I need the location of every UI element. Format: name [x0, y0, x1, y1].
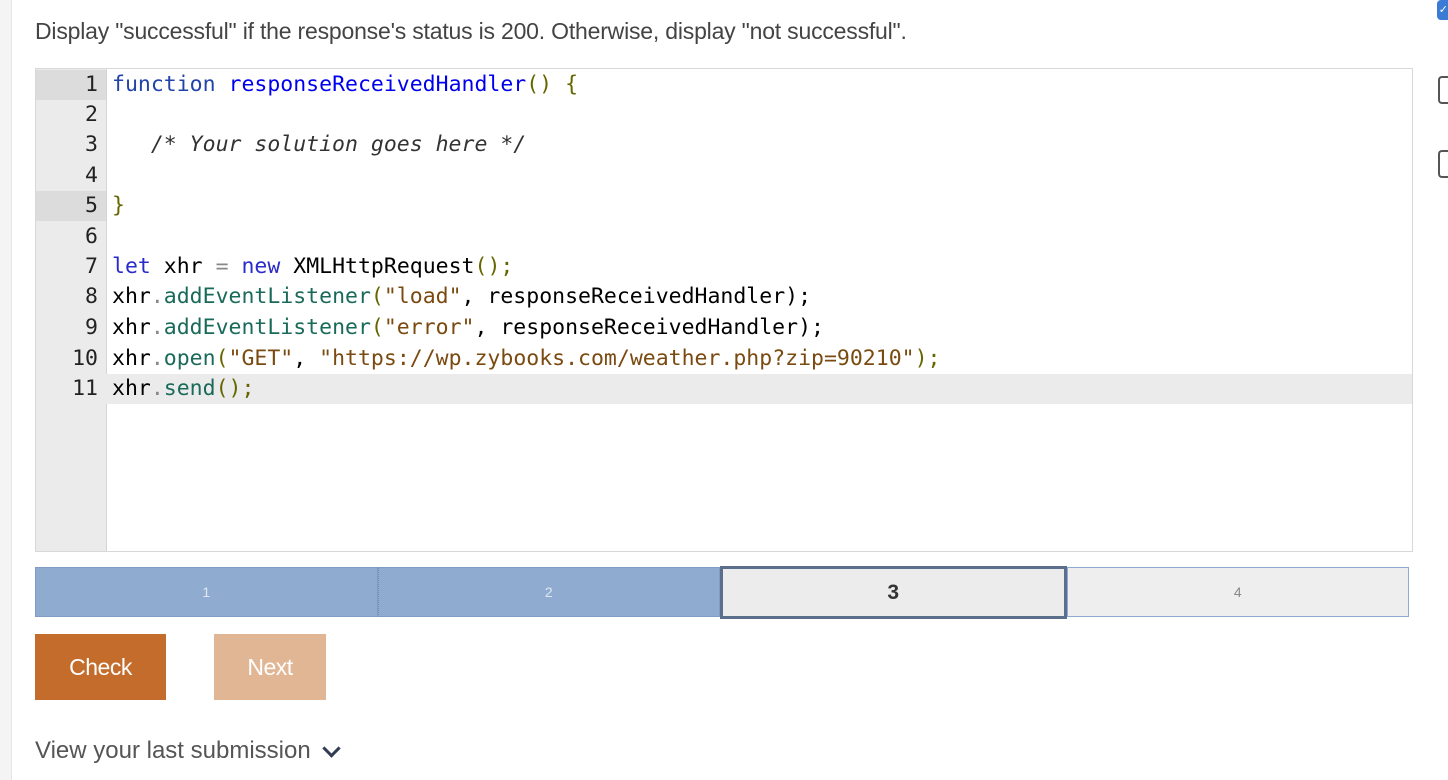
line-number: 7: [85, 254, 98, 279]
code-line-5[interactable]: 5 }: [36, 191, 1412, 221]
operator-token: .: [150, 284, 164, 309]
comment-token: /* Your solution goes here */: [150, 132, 527, 157]
punctuation-token: ();: [474, 254, 514, 279]
punctuation-token: () {: [526, 72, 579, 97]
view-last-submission-toggle[interactable]: View your last submission: [35, 737, 341, 765]
line-number: 3: [85, 132, 98, 157]
identifier-token: , responseReceivedHandler);: [461, 284, 812, 309]
code-line-3[interactable]: 3 /* Your solution goes here */: [36, 130, 1412, 160]
progress-step-label: 2: [544, 584, 553, 600]
line-number: 11: [72, 376, 98, 401]
line-number: 9: [85, 315, 98, 340]
identifier-token: xhr: [112, 346, 151, 371]
code-line-2[interactable]: 2: [36, 100, 1412, 130]
completed-check-icon: ✓: [1437, 0, 1448, 20]
line-number: 8: [85, 284, 98, 309]
progress-step-label: 1: [202, 584, 211, 600]
line-number: 5: [36, 191, 106, 221]
code-editor[interactable]: 1 function responseReceivedHandler() { 2…: [35, 68, 1413, 552]
line-number: 6: [85, 224, 98, 249]
identifier-token: xhr: [112, 376, 151, 401]
punctuation-token: (: [370, 284, 384, 309]
punctuation-token: (: [215, 346, 229, 371]
left-panel-edge: [0, 0, 12, 780]
property-token: open: [163, 346, 216, 371]
line-number: 10: [72, 346, 98, 371]
keyword-token: new: [241, 254, 281, 279]
progress-step-1[interactable]: 1: [35, 567, 378, 617]
identifier-token: xhr: [112, 315, 151, 340]
operator-token: .: [150, 346, 164, 371]
line-number: 4: [85, 163, 98, 188]
code-line-11[interactable]: 11 xhr.send();: [36, 374, 1412, 404]
identifier-token: ,: [293, 346, 320, 371]
code-line-8[interactable]: 8 xhr.addEventListener("load", responseR…: [36, 282, 1412, 312]
code-line-1[interactable]: 1 function responseReceivedHandler() {: [36, 70, 1412, 100]
string-token: "error": [383, 315, 475, 340]
chevron-down-icon: [321, 738, 341, 758]
operator-token: .: [150, 376, 164, 401]
identifier-token: , responseReceivedHandler);: [474, 315, 824, 340]
view-last-submission-label: View your last submission: [35, 737, 311, 764]
punctuation-token: );: [914, 346, 941, 371]
string-token: "GET": [228, 346, 294, 371]
operator-token: =: [215, 254, 229, 279]
punctuation-token: }: [112, 193, 125, 218]
punctuation-token: ();: [215, 376, 255, 401]
code-line-4[interactable]: 4: [36, 161, 1412, 191]
checkbox-icon[interactable]: [1438, 150, 1448, 178]
line-number: 1: [36, 70, 106, 100]
check-button[interactable]: Check: [35, 634, 166, 700]
operator-token: .: [150, 315, 164, 340]
keyword-token: let: [112, 254, 151, 279]
keyword-token: function: [112, 72, 216, 97]
identifier-token: xhr: [150, 254, 216, 279]
function-name-token: responseReceivedHandler: [228, 72, 527, 97]
punctuation-token: (: [370, 315, 384, 340]
identifier-token: xhr: [112, 284, 151, 309]
property-token: addEventListener: [163, 284, 371, 309]
progress-step-3[interactable]: 3: [720, 566, 1067, 619]
string-token: "load": [383, 284, 462, 309]
checkbox-icon[interactable]: [1438, 76, 1448, 104]
level-progress-bar: 1 2 3 4: [35, 566, 1409, 619]
code-line-9[interactable]: 9 xhr.addEventListener("error", response…: [36, 313, 1412, 343]
string-token: "https://wp.zybooks.com/weather.php?zip=…: [319, 346, 915, 371]
code-line-6[interactable]: 6: [36, 222, 1412, 252]
property-token: send: [163, 376, 216, 401]
progress-step-2[interactable]: 2: [377, 567, 720, 617]
progress-step-4[interactable]: 4: [1066, 567, 1409, 617]
instructions-text: Display "successful" if the response's s…: [35, 18, 907, 44]
identifier-token: XMLHttpRequest: [280, 254, 475, 279]
line-number: 2: [85, 102, 98, 127]
code-line-7[interactable]: 7 let xhr = new XMLHttpRequest();: [36, 252, 1412, 282]
code-line-10[interactable]: 10 xhr.open("GET", "https://wp.zybooks.c…: [36, 344, 1412, 374]
progress-step-label: 4: [1233, 584, 1242, 600]
progress-step-label: 3: [887, 580, 900, 604]
next-button[interactable]: Next: [214, 634, 326, 700]
property-token: addEventListener: [163, 315, 371, 340]
